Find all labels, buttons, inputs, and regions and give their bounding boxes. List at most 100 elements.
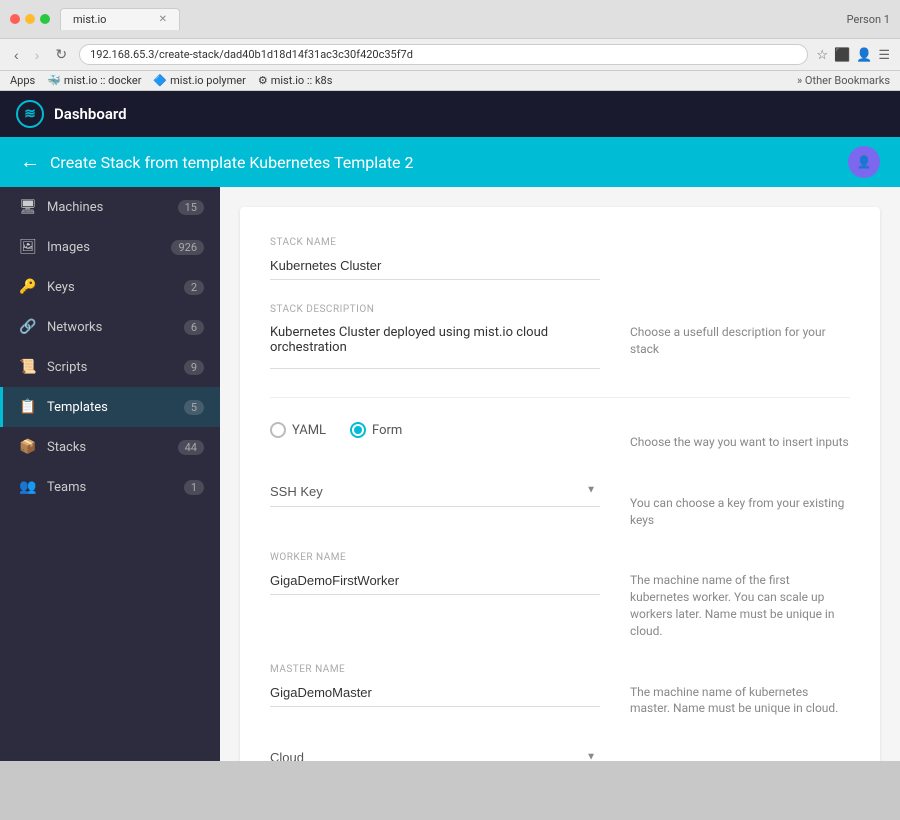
stack-description-input[interactable]: Kubernetes Cluster deployed using mist.i…	[270, 319, 600, 369]
bookmark-polymer[interactable]: 🔷 mist.io polymer	[153, 74, 245, 87]
input-type-hint: Choose the way you want to insert inputs	[630, 414, 850, 451]
docker-favicon: 🐳	[47, 74, 61, 87]
profile-icon[interactable]: 👤	[856, 47, 872, 63]
ssh-key-field: SSH Key ▼	[270, 475, 600, 529]
teams-badge: 1	[184, 480, 204, 495]
radio-form-label: Form	[372, 423, 402, 438]
scripts-icon: 📜	[19, 359, 37, 375]
worker-name-row: WORKER NAME The machine name of the firs…	[270, 552, 850, 639]
stacks-badge: 44	[178, 440, 204, 455]
browser-titlebar: mist.io ✕ Person 1	[0, 0, 900, 39]
page-header: ← Create Stack from template Kubernetes …	[0, 137, 900, 187]
cloud-select-wrapper: Cloud ▼	[270, 741, 600, 761]
back-to-templates-button[interactable]: ←	[20, 151, 40, 174]
ssh-key-select[interactable]: SSH Key	[270, 484, 600, 499]
sidebar-label-networks: Networks	[47, 320, 174, 335]
sidebar-item-scripts[interactable]: 📜 Scripts 9	[0, 347, 220, 387]
sidebar-label-stacks: Stacks	[47, 440, 168, 455]
input-type-field: YAML Form	[270, 414, 600, 451]
back-button[interactable]: ‹	[10, 45, 23, 65]
other-bookmarks[interactable]: » Other Bookmarks	[797, 74, 890, 87]
worker-name-input[interactable]	[270, 567, 600, 595]
networks-icon: 🔗	[19, 319, 37, 335]
browser-tabs: mist.io ✕	[60, 8, 180, 30]
sidebar-item-networks[interactable]: 🔗 Networks 6	[0, 307, 220, 347]
bookmark-k8s[interactable]: ⚙ mist.io :: k8s	[258, 74, 333, 87]
browser-tab-active[interactable]: mist.io ✕	[60, 8, 180, 30]
images-badge: 926	[171, 240, 204, 255]
networks-badge: 6	[184, 320, 204, 335]
logo-icon: ≋	[16, 100, 44, 128]
templates-icon: 📋	[19, 399, 37, 415]
sidebar-label-scripts: Scripts	[47, 360, 174, 375]
bookmark-star-icon[interactable]: ☆	[816, 47, 828, 63]
stack-name-label: STACK NAME	[270, 237, 600, 248]
tab-close-btn[interactable]: ✕	[159, 14, 167, 25]
images-icon: 🖼	[19, 239, 37, 255]
templates-badge: 5	[184, 400, 204, 415]
cloud-field: Cloud ▼	[270, 741, 600, 761]
browser-dots	[10, 14, 50, 24]
worker-name-label: WORKER NAME	[270, 552, 600, 563]
radio-yaml[interactable]: YAML	[270, 422, 326, 438]
main-layout: 🖥 Machines 15 🖼 Images 926 🔑 Keys 2 🔗 Ne…	[0, 187, 900, 761]
toolbar-icons: ☆ ⬛ 👤 ☰	[816, 47, 890, 63]
app-title: Dashboard	[54, 105, 127, 123]
radio-group: YAML Form	[270, 414, 600, 446]
radio-form[interactable]: Form	[350, 422, 402, 438]
person-label: Person 1	[847, 13, 890, 26]
radio-yaml-label: YAML	[292, 423, 326, 438]
polymer-favicon: 🔷	[153, 74, 167, 87]
bookmark-docker[interactable]: 🐳 mist.io :: docker	[47, 74, 141, 87]
menu-icon[interactable]: ☰	[878, 47, 890, 63]
dot-red[interactable]	[10, 14, 20, 24]
avatar: 👤	[848, 146, 880, 178]
sidebar-item-teams[interactable]: 👥 Teams 1	[0, 467, 220, 507]
stack-description-row: STACK DESCRIPTION Kubernetes Cluster dep…	[270, 304, 850, 373]
sidebar-label-machines: Machines	[47, 200, 168, 215]
stop-icon[interactable]: ⬛	[834, 47, 850, 63]
sidebar-item-stacks[interactable]: 📦 Stacks 44	[0, 427, 220, 467]
machines-icon: 🖥	[19, 199, 37, 215]
bookmark-apps[interactable]: Apps	[10, 74, 35, 87]
tab-title: mist.io	[73, 13, 106, 26]
cloud-hint: Choose on which one of your clouds you w…	[630, 741, 850, 761]
master-name-row: MASTER NAME The machine name of kubernet…	[270, 664, 850, 718]
forward-button[interactable]: ›	[31, 45, 44, 65]
dot-green[interactable]	[40, 14, 50, 24]
stack-description-hint: Choose a usefull description for your st…	[630, 304, 850, 373]
cloud-select[interactable]: Cloud	[270, 750, 600, 761]
app-logo: ≋ Dashboard	[16, 100, 127, 128]
stack-description-field: STACK DESCRIPTION Kubernetes Cluster dep…	[270, 304, 600, 373]
teams-icon: 👥	[19, 479, 37, 495]
sidebar-item-keys[interactable]: 🔑 Keys 2	[0, 267, 220, 307]
sidebar-item-machines[interactable]: 🖥 Machines 15	[0, 187, 220, 227]
master-name-label: MASTER NAME	[270, 664, 600, 675]
scripts-badge: 9	[184, 360, 204, 375]
sidebar-label-keys: Keys	[47, 280, 174, 295]
sidebar-item-images[interactable]: 🖼 Images 926	[0, 227, 220, 267]
divider-1	[270, 397, 850, 398]
cloud-row: Cloud ▼ Choose on which one of your clou…	[270, 741, 850, 761]
stack-name-input[interactable]	[270, 252, 600, 280]
page-title: Create Stack from template Kubernetes Te…	[50, 153, 848, 172]
keys-badge: 2	[184, 280, 204, 295]
ssh-key-row: SSH Key ▼ You can choose a key from your…	[270, 475, 850, 529]
content-area: STACK NAME STACK DESCRIPTION Kubernetes …	[220, 187, 900, 761]
keys-icon: 🔑	[19, 279, 37, 295]
ssh-key-hint: You can choose a key from your existing …	[630, 475, 850, 529]
refresh-button[interactable]: ↻	[51, 44, 71, 65]
stack-name-field: STACK NAME	[270, 237, 600, 280]
stacks-icon: 📦	[19, 439, 37, 455]
worker-name-field: WORKER NAME	[270, 552, 600, 639]
input-type-row: YAML Form Choose the way you want to ins…	[270, 414, 850, 451]
dot-yellow[interactable]	[25, 14, 35, 24]
master-name-input[interactable]	[270, 679, 600, 707]
app-header: ≋ Dashboard	[0, 91, 900, 137]
address-bar[interactable]: 192.168.65.3/create-stack/dad40b1d18d14f…	[79, 44, 808, 65]
radio-form-circle	[350, 422, 366, 438]
sidebar-item-templates[interactable]: 📋 Templates 5	[0, 387, 220, 427]
k8s-favicon: ⚙	[258, 74, 268, 87]
radio-yaml-circle	[270, 422, 286, 438]
worker-name-hint: The machine name of the first kubernetes…	[630, 552, 850, 639]
